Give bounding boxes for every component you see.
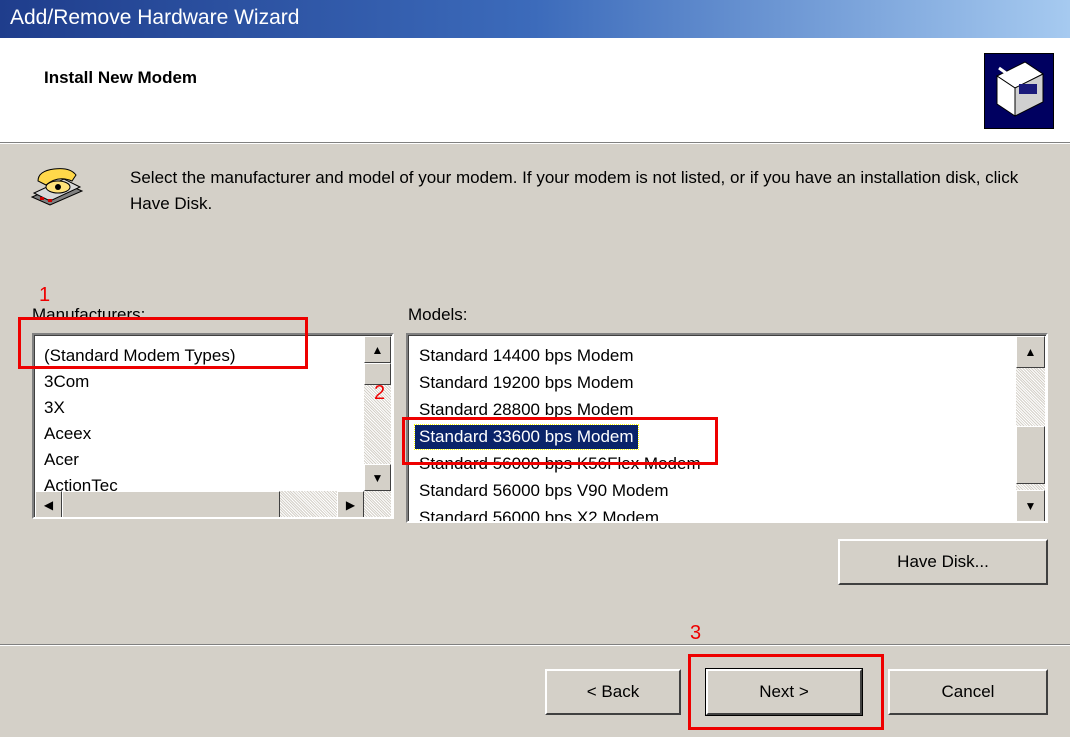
wizard-header: Install New Modem (0, 38, 1070, 142)
have-disk-button[interactable]: Have Disk... (838, 539, 1048, 585)
annotation-box-step1 (18, 317, 308, 369)
manufacturer-item[interactable]: 3X (40, 396, 69, 420)
hardware-wizard-icon (984, 53, 1054, 129)
annotation-box-step3 (688, 654, 884, 730)
annotation-number-1: 1 (39, 284, 51, 306)
title-bar: Add/Remove Hardware Wizard (0, 0, 1070, 38)
model-item[interactable]: Standard 19200 bps Modem (415, 371, 638, 395)
footer-divider-highlight (0, 645, 1070, 646)
arrow-down-icon: ▼ (371, 470, 384, 485)
instructions-text: Select the manufacturer and model of you… (130, 168, 1019, 213)
models-vscroll-thumb[interactable] (1016, 426, 1045, 484)
annotation-number-2: 2 (374, 382, 386, 404)
models-scroll-down-button[interactable]: ▼ (1016, 490, 1045, 521)
manufacturers-scroll-down-button[interactable]: ▼ (364, 464, 391, 491)
arrow-up-icon: ▲ (1024, 345, 1037, 359)
back-button[interactable]: < Back (545, 669, 681, 715)
annotation-box-step2 (402, 417, 718, 465)
annotation-number-3: 3 (690, 622, 702, 644)
page-title: Install New Modem (44, 68, 198, 87)
arrow-up-icon: ▲ (371, 342, 384, 357)
arrow-left-icon: ◀ (43, 497, 54, 512)
models-scroll-up-button[interactable]: ▲ (1016, 336, 1045, 368)
manufacturer-item[interactable]: Aceex (40, 422, 95, 446)
header-divider-highlight (0, 143, 1070, 144)
arrow-right-icon: ▶ (345, 497, 356, 512)
models-label: Models: (408, 305, 468, 324)
model-item[interactable]: Standard 14400 bps Modem (415, 344, 638, 368)
telephone-modem-icon (28, 163, 86, 211)
manufacturers-scroll-right-button[interactable]: ▶ (337, 491, 364, 517)
manufacturer-item[interactable]: 3Com (40, 370, 93, 394)
manufacturers-scroll-left-button[interactable]: ◀ (35, 491, 62, 517)
arrow-down-icon: ▼ (1024, 499, 1037, 513)
window-title: Add/Remove Hardware Wizard (10, 6, 300, 29)
model-item[interactable]: Standard 56000 bps X2 Modem (415, 506, 663, 521)
cancel-button[interactable]: Cancel (888, 669, 1048, 715)
manufacturers-hscroll-thumb[interactable] (62, 491, 280, 517)
manufacturers-scroll-up-button[interactable]: ▲ (364, 336, 391, 363)
model-item[interactable]: Standard 56000 bps V90 Modem (415, 479, 673, 503)
manufacturer-item[interactable]: Acer (40, 448, 83, 472)
